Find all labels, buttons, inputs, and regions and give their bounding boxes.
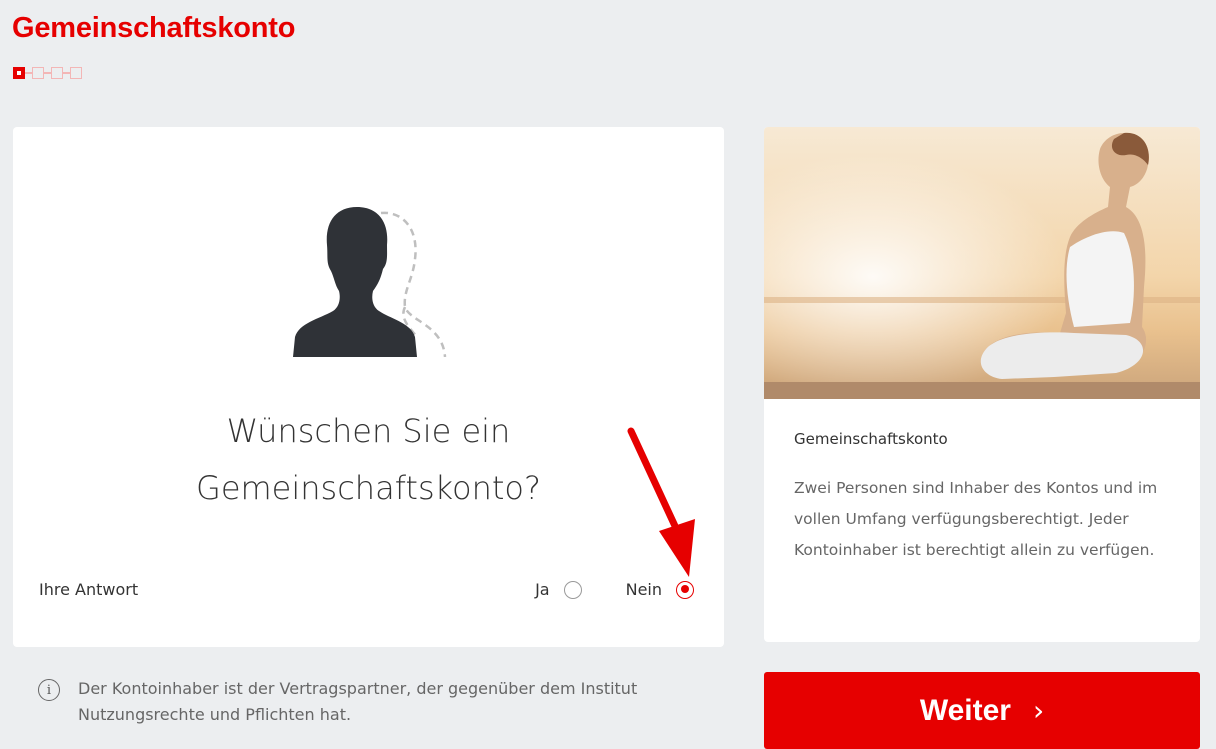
chevron-right-icon: ›: [1032, 694, 1045, 727]
sidecard-title: Gemeinschaftskonto: [794, 430, 948, 448]
answer-label: Ihre Antwort: [39, 580, 139, 599]
option-nein[interactable]: Nein: [626, 580, 694, 599]
yoga-photo: [764, 127, 1200, 399]
info-icon: i: [38, 679, 60, 701]
next-button-label: Weiter: [919, 693, 1011, 727]
page-title: Gemeinschaftskonto: [12, 12, 296, 44]
step-connector: [63, 72, 70, 74]
step-3-indicator: [51, 67, 63, 79]
info-sidecard: Gemeinschaftskonto Zwei Personen sind In…: [764, 127, 1200, 642]
option-ja[interactable]: Ja: [535, 580, 582, 599]
progress-stepper: [13, 67, 82, 79]
step-4-indicator: [70, 67, 82, 79]
question-line-2: Gemeinschaftskonto?: [196, 469, 541, 507]
step-1-indicator: [13, 67, 25, 79]
red-arrow-annotation: [627, 427, 695, 577]
question-line-1: Wünschen Sie ein: [226, 412, 511, 450]
question-card: Wünschen Sie ein Gemeinschaftskonto? Ihr…: [13, 127, 724, 647]
info-text: Der Kontoinhaber ist der Vertragspartner…: [78, 679, 638, 724]
radio-ja[interactable]: [563, 580, 582, 599]
page: Gemeinschaftskonto Wünschen Sie ein Geme…: [0, 0, 1216, 749]
info-note: i Der Kontoinhaber ist der Vertragspartn…: [38, 676, 718, 728]
option-ja-label: Ja: [535, 580, 550, 599]
question-text: Wünschen Sie ein Gemeinschaftskonto?: [13, 403, 724, 517]
joint-account-person-icon: [293, 207, 447, 357]
step-connector: [44, 72, 51, 74]
step-connector: [25, 72, 32, 74]
sidecard-text: Zwei Personen sind Inhaber des Kontos un…: [794, 479, 1158, 559]
step-2-indicator: [32, 67, 44, 79]
radio-nein[interactable]: [676, 580, 694, 599]
option-nein-label: Nein: [625, 580, 662, 599]
answer-options: Ja Nein: [505, 580, 694, 599]
next-button[interactable]: Weiter ›: [764, 672, 1200, 749]
